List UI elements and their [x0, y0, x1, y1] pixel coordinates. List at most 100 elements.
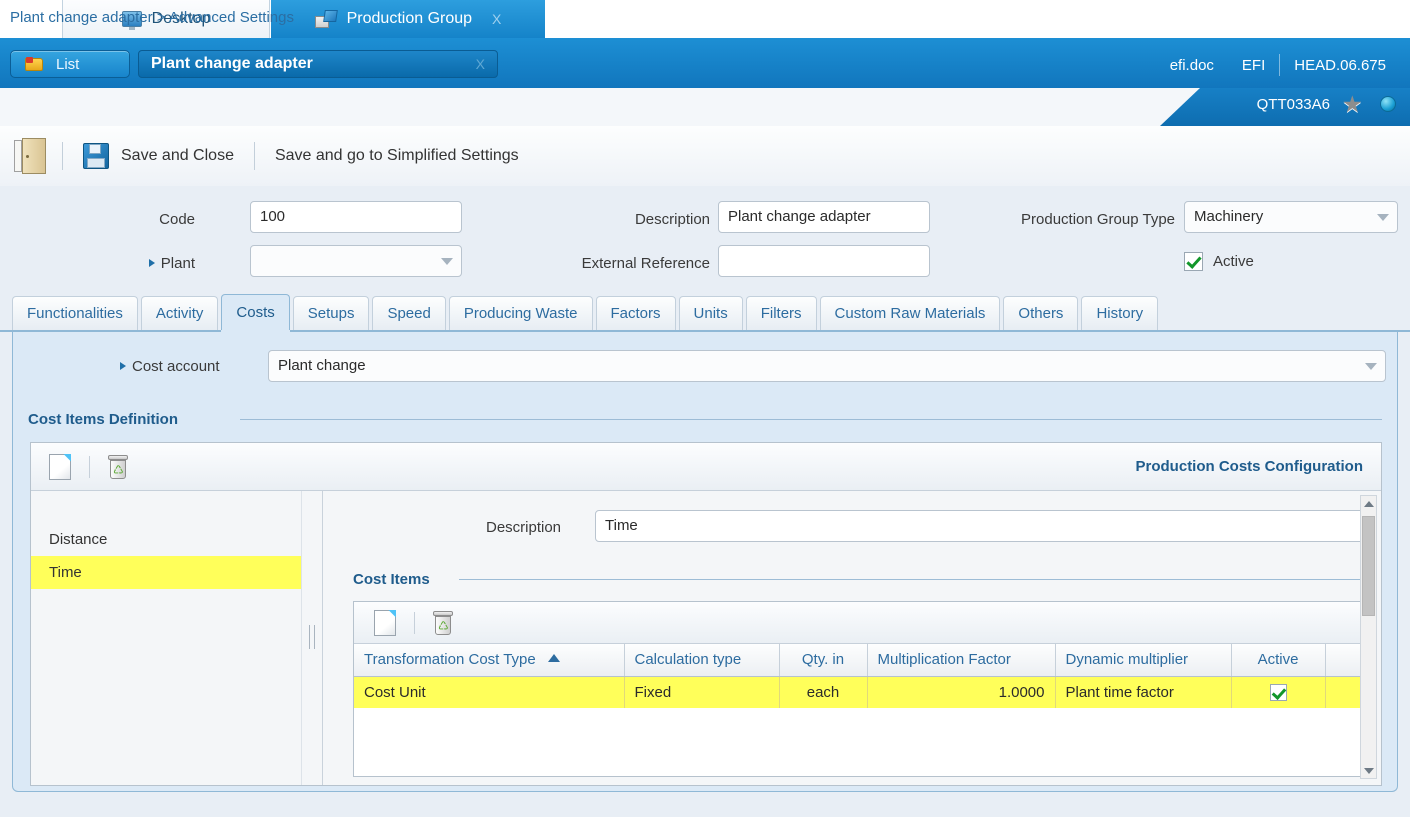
column-header-dynamic-multiplier[interactable]: Dynamic multiplier [1055, 644, 1232, 677]
active-checkbox[interactable] [1184, 252, 1203, 271]
header-version: HEAD.06.675 [1294, 56, 1386, 74]
sort-ascending-icon [547, 654, 560, 663]
cell-transformation-cost-type: Cost Unit [354, 676, 625, 708]
list-button-label: List [56, 55, 80, 73]
scroll-up-arrow-icon[interactable] [1361, 496, 1376, 511]
close-icon[interactable]: X [492, 11, 501, 27]
save-icon [83, 143, 109, 169]
cell-calculation-type: Fixed [624, 676, 780, 708]
section-rule [459, 579, 1373, 580]
vertical-scrollbar[interactable] [1360, 495, 1377, 779]
tab-costs[interactable]: Costs [221, 294, 290, 330]
code-input[interactable]: 100 [250, 201, 462, 233]
grid-toolbar: ♺ [354, 602, 1370, 644]
external-reference-label: External Reference [581, 255, 710, 272]
tab-activity[interactable]: Activity [140, 296, 219, 330]
breadcrumb-right-info: QTT033A6 ★ [1256, 93, 1398, 116]
save-and-close-button[interactable]: Save and Close [77, 143, 240, 169]
tab-custom-raw-materials[interactable]: Custom Raw Materials [819, 296, 1001, 330]
table-header-row: Transformation Cost Type Calculation typ… [354, 644, 1370, 677]
scroll-down-arrow-icon[interactable] [1361, 763, 1376, 778]
detail-description-label: Description [486, 519, 562, 536]
panel-splitter[interactable] [301, 491, 323, 785]
globe-icon[interactable] [1376, 94, 1398, 115]
session-code: QTT033A6 [1256, 96, 1330, 113]
tab-units[interactable]: Units [678, 296, 743, 330]
new-document-icon[interactable] [49, 453, 71, 480]
cost-items-grid: ♺ Transformation Cost Type Calculation t… [353, 601, 1371, 777]
table-row[interactable]: Cost Unit Fixed each 1.0000 Plant time f… [354, 676, 1370, 708]
active-label: Active [1213, 253, 1254, 270]
delete-trash-icon[interactable]: ♺ [108, 454, 128, 479]
tab-history[interactable]: History [1081, 296, 1159, 330]
description-input[interactable]: Plant change adapter [718, 201, 930, 233]
toolbar-divider [62, 142, 63, 170]
tab-filters[interactable]: Filters [745, 296, 817, 330]
tab-functionalities[interactable]: Functionalities [12, 296, 138, 330]
document-title-tab[interactable]: Plant change adapter X [138, 50, 498, 78]
column-header-calculation-type[interactable]: Calculation type [624, 644, 780, 677]
browser-tab-label: Production Group [346, 10, 473, 27]
production-group-type-value: Machinery [1194, 208, 1264, 225]
production-group-type-label: Production Group Type [1021, 211, 1175, 228]
header-info: efi.doc EFI HEAD.06.675 [1156, 54, 1400, 76]
cell-dynamic-multiplier: Plant time factor [1055, 676, 1232, 708]
plant-label: Plant [120, 255, 195, 272]
column-header-transformation-cost-type[interactable]: Transformation Cost Type [354, 644, 625, 677]
plant-select[interactable] [250, 245, 462, 277]
external-reference-input[interactable] [718, 245, 930, 277]
cost-account-label: Cost account [120, 358, 220, 375]
header-company: EFI [1241, 56, 1266, 74]
chevron-down-icon [1365, 363, 1377, 370]
scrollbar-thumb[interactable] [1362, 516, 1375, 616]
tab-speed[interactable]: Speed [372, 296, 446, 330]
card-toolbar: ♺ Production Costs Configuration [31, 443, 1381, 491]
tab-setups[interactable]: Setups [292, 296, 370, 330]
column-header-qty-in[interactable]: Qty. in [779, 644, 868, 677]
tab-factors[interactable]: Factors [595, 296, 676, 330]
save-and-simplified-label: Save and go to Simplified Settings [274, 147, 519, 164]
chevron-down-icon [441, 258, 453, 265]
cost-items-definition-card: ♺ Production Costs Configuration Distanc… [30, 442, 1382, 786]
tab-producing-waste[interactable]: Producing Waste [448, 296, 593, 330]
detail-description-input[interactable]: Time [595, 510, 1373, 542]
tab-others[interactable]: Others [1003, 296, 1079, 330]
production-group-icon [314, 10, 338, 28]
row-active-checkbox[interactable] [1269, 684, 1287, 702]
definition-detail: Description Time Cost Items ♺ Transforma… [323, 491, 1381, 785]
browser-tab-production-group[interactable]: Production Group X [271, 0, 545, 38]
code-label: Code [159, 211, 195, 228]
expand-triangle-icon[interactable] [148, 259, 155, 267]
cell-active [1231, 676, 1326, 708]
save-and-simplified-settings-button[interactable]: Save and go to Simplified Settings [269, 147, 525, 165]
list-item-time[interactable]: Time [31, 556, 301, 589]
delete-trash-icon[interactable]: ♺ [433, 610, 453, 635]
save-and-close-label: Save and Close [121, 147, 234, 164]
description-label: Description [634, 211, 710, 228]
cost-items-title: Cost Items [353, 571, 430, 588]
action-toolbar: Save and Close Save and go to Simplified… [0, 126, 1410, 187]
active-checkbox-group[interactable]: Active [1184, 252, 1254, 271]
list-button[interactable]: List [10, 50, 130, 78]
new-document-icon[interactable] [374, 609, 396, 636]
header-user: efi.doc [1169, 56, 1214, 74]
splitter-grip [309, 625, 317, 649]
cost-account-select[interactable]: Plant change [268, 350, 1386, 382]
column-header-multiplication-factor[interactable]: Multiplication Factor [867, 644, 1056, 677]
toolbar-divider [253, 142, 255, 170]
star-icon[interactable]: ★ [1342, 93, 1364, 116]
tab-bar: Functionalities Activity Costs Setups Sp… [0, 294, 1410, 332]
production-group-type-select[interactable]: Machinery [1184, 201, 1398, 233]
cell-qty-in: each [779, 676, 868, 708]
cost-items-table: Transformation Cost Type Calculation typ… [354, 644, 1370, 708]
list-item-distance[interactable]: Distance [31, 523, 301, 556]
expand-triangle-icon[interactable] [120, 362, 126, 370]
chevron-down-icon [1377, 214, 1389, 221]
production-costs-configuration-link[interactable]: Production Costs Configuration [1136, 458, 1363, 475]
close-icon[interactable]: X [476, 56, 485, 72]
column-header-active[interactable]: Active [1231, 644, 1326, 677]
document-title-label: Plant change adapter [151, 55, 313, 72]
breadcrumb[interactable]: Plant change adapter > Advanced Settings [10, 9, 294, 26]
exit-door-icon[interactable] [14, 138, 48, 174]
folder-icon [25, 56, 44, 72]
